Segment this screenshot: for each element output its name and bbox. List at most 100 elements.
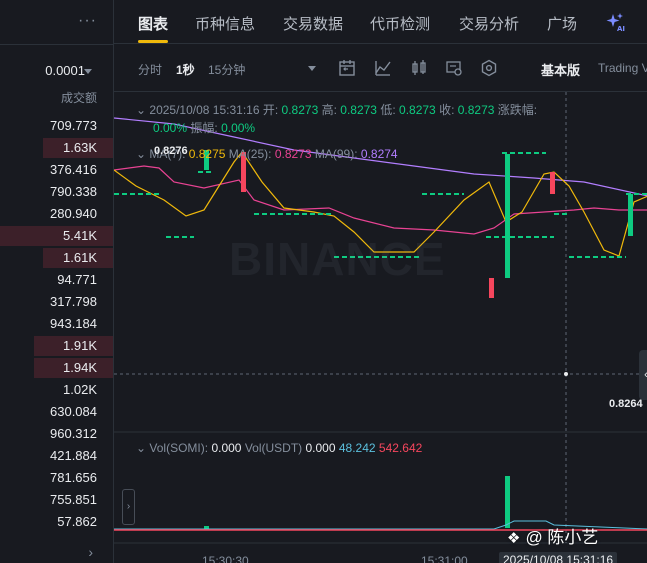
ma7-value: 0.8275	[188, 147, 226, 161]
orderbook-rows: 709.773 1.63K 376.416 790.338 280.940 5.41K 1.…	[0, 115, 113, 533]
collapse-panel-button[interactable]: ›	[122, 489, 135, 525]
vol-somi-label: Vol(SOMI):	[149, 441, 209, 455]
orderbook-row[interactable]: 1.61K	[0, 247, 113, 269]
orderbook-row[interactable]: 317.798	[0, 291, 113, 313]
ohlc-info-line2: 0.00% 振幅: 0.00%	[153, 119, 255, 136]
turnover-value: 1.02K	[63, 382, 97, 397]
ai-sparkle-icon[interactable]: AI	[605, 12, 625, 32]
chevron-down-icon[interactable]	[308, 66, 316, 71]
tab-trade-analysis[interactable]: 交易分析	[459, 13, 519, 34]
tab-chart[interactable]: 图表	[138, 13, 168, 34]
orderbook-row[interactable]: 755.851	[0, 489, 113, 511]
tab-coin-info[interactable]: 币种信息	[195, 13, 255, 34]
active-tab-indicator	[138, 40, 168, 43]
settings-icon[interactable]	[480, 59, 498, 77]
vol-ma-value-1: 48.242	[338, 441, 376, 455]
time-axis-label: 15:31:00	[421, 554, 468, 563]
orderbook-row[interactable]: 630.084	[0, 401, 113, 423]
orderbook-row[interactable]: 280.940	[0, 203, 113, 225]
turnover-value: 1.61K	[63, 250, 97, 265]
depth-chart-icon[interactable]	[445, 59, 463, 77]
low-label: 低:	[380, 103, 396, 117]
up-candle	[628, 194, 633, 236]
basic-version-toggle[interactable]: 基本版	[541, 60, 580, 79]
wechat-watermark: ❖ @ 陈小艺	[507, 523, 598, 548]
orderbook-row[interactable]: 790.338	[0, 181, 113, 203]
close-value: 0.8273	[457, 103, 495, 117]
turnover-value: 630.084	[50, 404, 97, 419]
open-value: 0.8273	[281, 103, 319, 117]
orderbook-row[interactable]: 709.773	[0, 115, 113, 137]
ohlc-datetime: 2025/10/08 15:31:16	[149, 103, 260, 117]
divider	[0, 44, 113, 45]
ma99-value: 0.8274	[360, 147, 398, 161]
tab-token-check[interactable]: 代币检测	[370, 13, 430, 34]
chart-panel: 图表 币种信息 交易数据 代币检测 交易分析 广场 AI 分时 1秒 15分钟	[113, 0, 647, 563]
interval-15m[interactable]: 15分钟	[208, 61, 245, 78]
orderbook-row[interactable]: 57.862	[0, 511, 113, 533]
crosshair-dot	[564, 372, 568, 376]
amplitude-value: 0.00%	[221, 121, 256, 135]
collapse-arrow-icon[interactable]: ⌄	[136, 441, 146, 455]
turnover-value: 960.312	[50, 426, 97, 441]
candle-type-icon[interactable]	[410, 59, 428, 77]
turnover-value: 421.884	[50, 448, 97, 463]
orderbook-row[interactable]: 781.656	[0, 467, 113, 489]
collapse-arrow-icon[interactable]: ⌄	[136, 147, 146, 161]
turnover-value: 280.940	[50, 206, 97, 221]
interval-timeline[interactable]: 分时	[138, 61, 162, 78]
chart-canvas[interactable]	[114, 92, 647, 563]
orderbook-row[interactable]: 94.771	[0, 269, 113, 291]
wechat-author: @ 陈小艺	[525, 528, 599, 547]
time-axis-label: 15:30:30	[202, 554, 249, 563]
chevron-down-icon[interactable]	[84, 69, 92, 74]
ohlc-info: ⌄ 2025/10/08 15:31:16 开: 0.8273 高: 0.827…	[136, 101, 537, 118]
turnover-value: 5.41K	[63, 228, 97, 243]
high-value: 0.8273	[340, 103, 377, 117]
tab-trade-data[interactable]: 交易数据	[283, 13, 343, 34]
down-candle	[550, 172, 555, 194]
orderbook-row[interactable]: 1.94K	[0, 357, 113, 379]
collapse-arrow-icon[interactable]: ⌄	[136, 103, 146, 117]
scroll-to-latest-button[interactable]: ‹	[639, 350, 647, 400]
orderbook-row[interactable]: 960.312	[0, 423, 113, 445]
ma99-label: MA(99):	[314, 147, 358, 161]
change-label: 涨跌幅:	[497, 103, 538, 117]
expand-arrow-icon[interactable]: ›	[88, 544, 93, 560]
down-candle	[489, 278, 494, 298]
tradingview-toggle[interactable]: Trading V	[598, 61, 647, 75]
crosshair-time-badge: 2025/10/08 15:31:16	[499, 552, 618, 563]
calendar-icon[interactable]	[338, 59, 356, 77]
kline-chart[interactable]: BINANCE ⌄ 2025/10/08 15:31:16 开: 0.8273 …	[114, 92, 647, 563]
vol-ma-value-2: 542.642	[378, 441, 423, 455]
vol-somi-value: 0.000	[211, 441, 242, 455]
interval-1s[interactable]: 1秒	[176, 61, 195, 78]
precision-select[interactable]: 0.0001	[45, 63, 85, 78]
orderbook-row[interactable]: 1.63K	[0, 137, 113, 159]
ma25-label: MA(25):	[228, 147, 272, 161]
high-label: 高:	[321, 103, 337, 117]
open-label: 开:	[262, 103, 279, 117]
orderbook-row[interactable]: 1.91K	[0, 335, 113, 357]
orderbook-row[interactable]: 421.884	[0, 445, 113, 467]
orderbook-row[interactable]: 5.41K	[0, 225, 113, 247]
orderbook-row[interactable]: 376.416	[0, 159, 113, 181]
turnover-value: 1.91K	[63, 338, 97, 353]
vol-usdt-value: 0.000	[305, 441, 336, 455]
turnover-value: 709.773	[50, 118, 97, 133]
turnover-value: 94.771	[57, 272, 97, 287]
indicator-icon[interactable]	[374, 59, 392, 77]
binance-watermark: BINANCE	[229, 233, 446, 285]
orderbook-row[interactable]: 943.184	[0, 313, 113, 335]
up-candle	[505, 154, 510, 278]
turnover-value: 1.63K	[63, 140, 97, 155]
chart-tabs: 图表 币种信息 交易数据 代币检测 交易分析 广场 AI	[114, 0, 647, 44]
wechat-icon: ❖	[507, 530, 521, 547]
more-options-button[interactable]: ···	[78, 12, 97, 30]
turnover-value: 790.338	[50, 184, 97, 199]
low-value: 0.8273	[399, 103, 436, 117]
turnover-value: 755.851	[50, 492, 97, 507]
tab-square[interactable]: 广场	[547, 13, 577, 34]
ma25-line	[114, 165, 647, 235]
orderbook-row[interactable]: 1.02K	[0, 379, 113, 401]
